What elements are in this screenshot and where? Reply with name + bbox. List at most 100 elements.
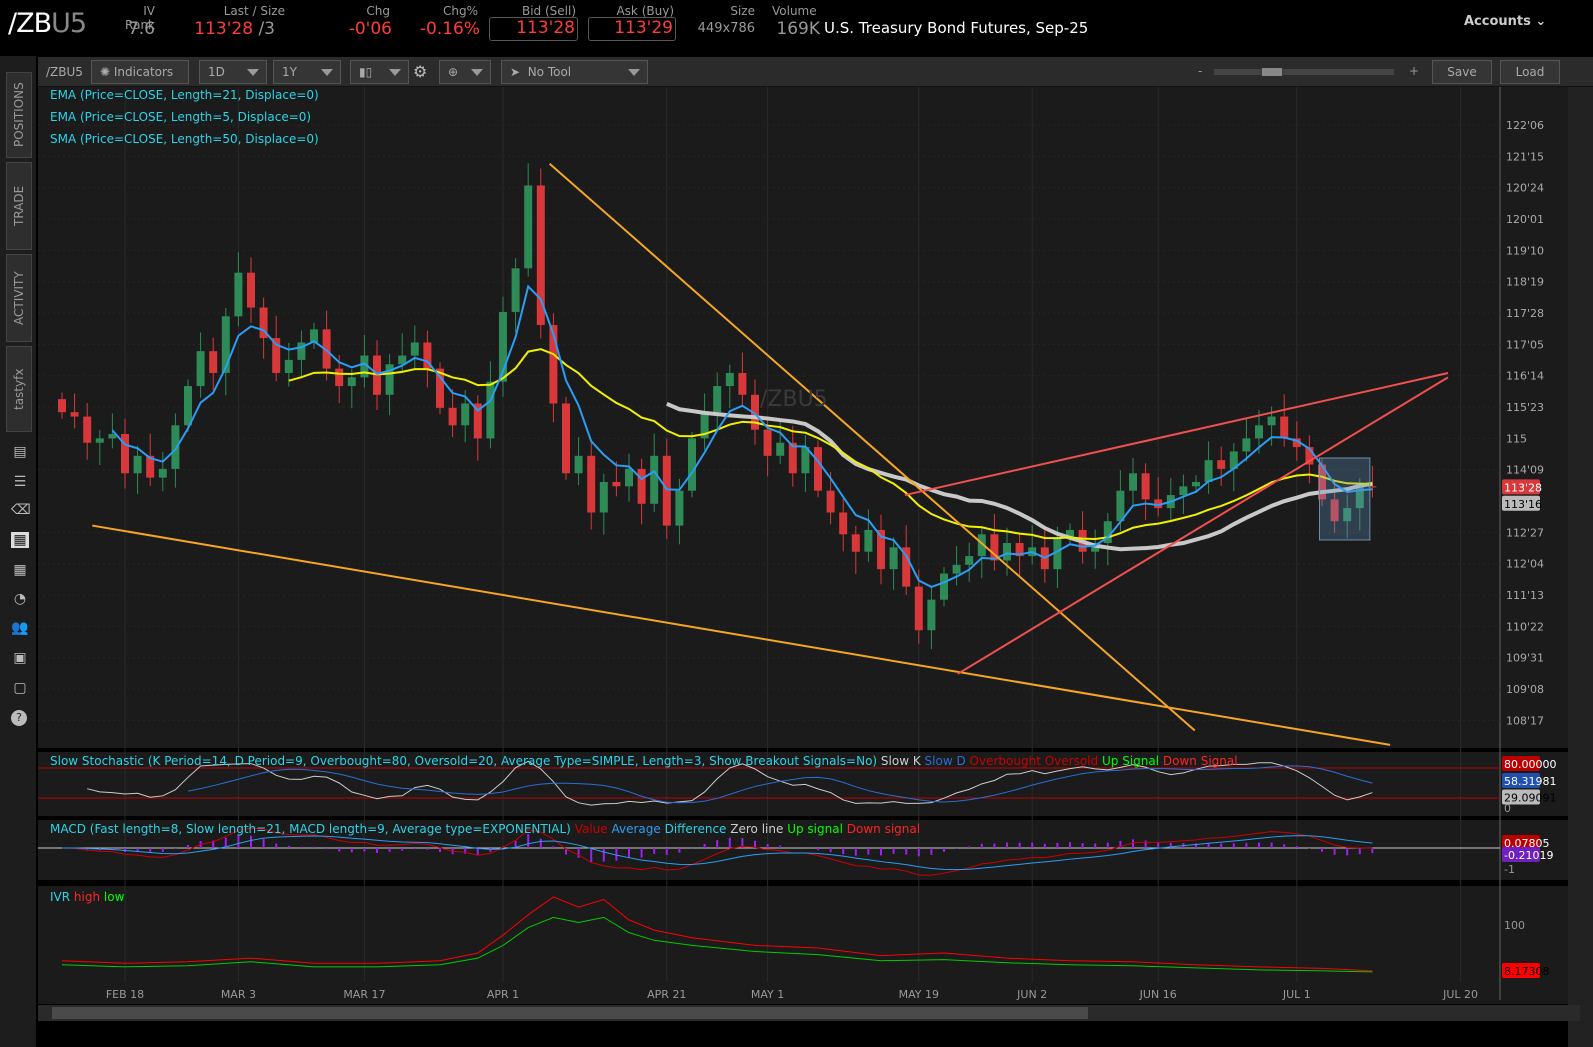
macd-histogram-bar — [640, 848, 643, 858]
macd-histogram-bar — [716, 840, 719, 848]
candle — [536, 168, 545, 339]
macd-average-label: Average — [611, 822, 661, 836]
macd-histogram-bar — [1283, 844, 1286, 848]
candle — [814, 440, 822, 498]
candle-body — [511, 268, 520, 312]
macd-histogram-bar — [1358, 848, 1361, 855]
macd-histogram-bar — [703, 843, 706, 848]
macd-histogram-bar — [615, 848, 618, 861]
sma50-legend[interactable]: SMA (Price=CLOSE, Length=50, Displace=0) — [50, 132, 319, 146]
macd-histogram-bar — [313, 846, 315, 848]
macd-histogram-bar — [426, 848, 429, 850]
macd-histogram-bar — [1258, 842, 1260, 848]
save-button[interactable]: Save — [1432, 60, 1492, 84]
accounts-label: Accounts — [1464, 14, 1531, 29]
bid-sell-button[interactable]: 113'28 — [489, 17, 578, 41]
load-button[interactable]: Load — [1500, 60, 1560, 84]
fi-icon[interactable]: ▢ — [11, 680, 29, 696]
trash-icon[interactable]: ⌫ — [11, 502, 31, 518]
macd-histogram-bar — [943, 848, 945, 852]
macd-histogram-bar — [766, 844, 769, 848]
price-label: 112'27 — [1506, 526, 1544, 539]
news-icon[interactable]: ▤ — [11, 444, 29, 460]
candle-body — [1129, 473, 1137, 491]
ivr-legend[interactable]: IVR high low — [50, 890, 124, 904]
candle-body — [1179, 486, 1188, 496]
price-label: 109'31 — [1506, 652, 1544, 665]
candle-body — [158, 468, 167, 478]
macd-histogram-bar — [262, 839, 265, 848]
ask-buy-button[interactable]: 113'29 — [588, 17, 676, 41]
tab-trade[interactable]: TRADE — [6, 162, 32, 250]
ema21-legend[interactable]: EMA (Price=CLOSE, Length=21, Displace=0) — [50, 88, 319, 102]
zoom-slider-thumb[interactable] — [1262, 68, 1282, 76]
candle-body — [662, 455, 671, 526]
candle-body — [95, 438, 104, 443]
iv-rank-value: 7.6 — [127, 19, 155, 39]
tab-tastyfx[interactable]: tastyfx — [6, 346, 32, 432]
macd-histogram-bar — [602, 848, 605, 862]
macd-histogram-bar — [590, 848, 593, 863]
macd-histogram-bar — [930, 848, 933, 855]
candle — [436, 362, 444, 415]
candle-body — [675, 490, 684, 526]
stoch-down-label: Down Signal — [1162, 754, 1238, 768]
range-dropdown[interactable]: 1Y — [273, 60, 341, 84]
macd-histogram-bar — [1069, 842, 1071, 848]
candle-body — [889, 547, 898, 570]
macd-histogram-bar — [527, 834, 530, 848]
candle-body — [335, 368, 344, 387]
price-label: 108'17 — [1506, 714, 1544, 727]
horizontal-scrollbar[interactable] — [38, 1005, 1580, 1021]
ivr-high-label: high — [73, 890, 101, 904]
candle-body — [599, 481, 608, 513]
candle-body — [234, 272, 243, 317]
indicators-button[interactable]: ✺ Indicators — [91, 60, 189, 84]
drawing-tool-dropdown[interactable]: ➤ No Tool — [501, 60, 648, 84]
help-icon[interactable]: ? — [11, 710, 27, 726]
date-label: MAY 19 — [899, 988, 939, 1001]
gauge-icon[interactable]: ◔ — [11, 591, 29, 607]
candle-body — [284, 359, 293, 373]
candle — [688, 431, 696, 498]
aggregation-dropdown[interactable]: 1D — [199, 60, 267, 84]
candle-body — [1217, 460, 1226, 469]
ivr-low-label: low — [103, 890, 125, 904]
macd-legend[interactable]: MACD (Fast length=8, Slow length=21, MAC… — [50, 822, 920, 836]
zoom-in-button[interactable]: + — [1409, 64, 1419, 78]
ema5-legend[interactable]: EMA (Price=CLOSE, Length=5, Displace=0) — [50, 110, 311, 124]
macd-histogram-bar — [779, 845, 782, 848]
chart-style-dropdown[interactable]: ▮▯ — [350, 60, 409, 84]
zoom-out-button[interactable]: - — [1198, 64, 1202, 78]
price-label: 112'04 — [1506, 558, 1544, 571]
candle-body — [713, 386, 722, 413]
macd-histogram-bar — [968, 846, 971, 848]
price-label: 111'13 — [1506, 589, 1544, 602]
stoch-title: Slow Stochastic (K Period=14, D Period=9… — [50, 754, 878, 768]
grid-icon[interactable]: ▦ — [11, 562, 29, 578]
tab-positions[interactable]: POSITIONS — [6, 72, 32, 158]
macd-histogram-bar — [124, 848, 126, 852]
chevron-down-icon — [471, 69, 483, 76]
tool-value: No Tool — [527, 65, 572, 79]
macd-histogram-bar — [476, 848, 479, 855]
calendar-icon[interactable]: ▣ — [11, 650, 29, 666]
stoch-up-label: Up Signal — [1101, 754, 1160, 768]
time-axis — [38, 982, 1568, 1004]
chart-symbol: /ZBU5 — [46, 65, 83, 79]
drawing-style-dropdown[interactable]: ⊕ — [439, 60, 491, 84]
stochastic-legend[interactable]: Slow Stochastic (K Period=14, D Period=9… — [50, 754, 1238, 768]
list-icon[interactable]: ☰ — [11, 474, 29, 490]
settings-gear-icon[interactable]: ⚙ — [413, 62, 427, 81]
chart-icon[interactable]: ▦ — [11, 532, 29, 548]
community-icon[interactable]: 👥 — [11, 620, 29, 636]
chart-canvas[interactable]: FEB 18 MAR 3 MAR 17 APR 1 APR 21 MAY 1 MAY 19 J… — [0, 0, 1593, 1047]
tab-activity[interactable]: ACTIVITY — [6, 254, 32, 342]
zoom-slider[interactable] — [1214, 68, 1394, 76]
chevron-down-icon — [321, 69, 333, 76]
price-label: 110'22 — [1506, 620, 1544, 633]
accounts-dropdown[interactable]: Accounts ⌄ — [1464, 14, 1546, 29]
scrollbar-thumb[interactable] — [52, 1007, 1088, 1019]
indicators-label: Indicators — [113, 65, 174, 79]
macd-title: MACD (Fast length=8, Slow length=21, MAC… — [50, 822, 571, 836]
